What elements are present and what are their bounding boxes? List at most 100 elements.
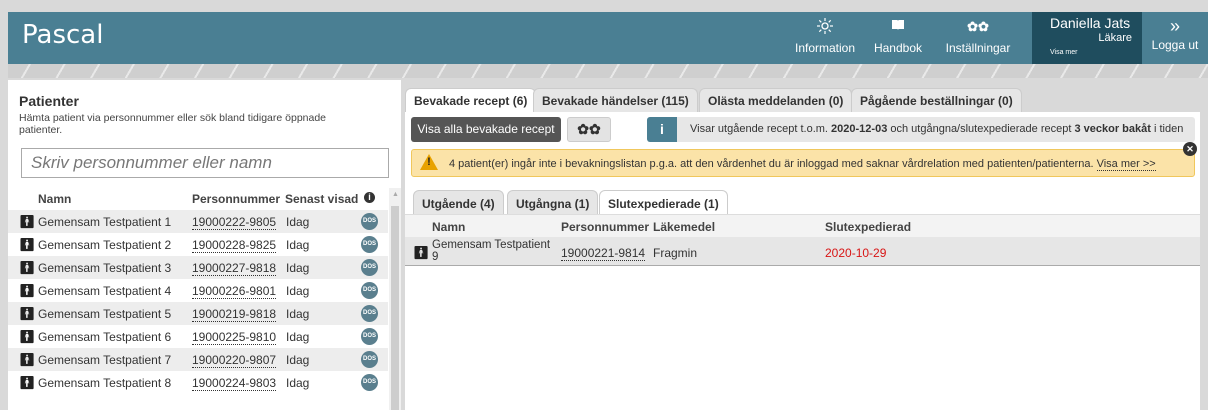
tab-bevakade-handelser[interactable]: Bevakade händelser (115): [533, 88, 698, 112]
recipe-date: 2020-10-29: [825, 246, 887, 260]
patient-name: Gemensam Testpatient 2: [38, 238, 172, 252]
nav-installningar[interactable]: ✿✿ Inställningar: [936, 18, 1020, 55]
recipe-drug: Fragmin: [653, 246, 698, 260]
info-icon[interactable]: i: [364, 192, 375, 203]
patients-table-header: Namn Personnummer Senast visad i: [8, 188, 388, 210]
recipe-patient-name: Gemensam Testpatient 9: [432, 239, 551, 263]
warning-mark: !: [427, 156, 431, 168]
decorative-pill-band: [8, 64, 1208, 78]
book-icon: [868, 18, 928, 36]
dos-badge: DOS: [361, 282, 378, 299]
table-row[interactable]: 🚹︎ Gemensam Testpatient 5 19000219-9818 …: [8, 302, 388, 325]
user-role: Läkare: [1098, 32, 1132, 44]
info-weeks: 3 veckor bakåt: [1074, 123, 1151, 135]
col-pnr[interactable]: Personnummer: [561, 220, 649, 234]
patient-pnr-link[interactable]: 19000219-9818: [192, 307, 277, 322]
table-row[interactable]: 🚹︎ Gemensam Testpatient 4 19000226-9801 …: [8, 279, 388, 302]
col-name[interactable]: Namn: [432, 220, 465, 234]
patient-name: Gemensam Testpatient 8: [38, 376, 172, 390]
patient-name: Gemensam Testpatient 7: [38, 353, 172, 367]
divider: [405, 265, 1200, 266]
info-date: 2020-12-03: [831, 123, 888, 135]
info-text-2: och utgångna/slutexpedierade recept: [887, 123, 1075, 135]
logout-button[interactable]: » Logga ut: [1142, 12, 1208, 64]
col-date[interactable]: Slutexpedierad: [825, 220, 911, 234]
person-icon: 🚹︎: [19, 306, 36, 321]
patient-seen: Idag: [286, 307, 310, 321]
dos-badge: DOS: [361, 236, 378, 253]
tab-slutexpedierade[interactable]: Slutexpedierade (1): [599, 190, 728, 215]
tab-pagaende-bestallningar[interactable]: Pågående beställningar (0): [851, 88, 1022, 112]
close-icon[interactable]: ✕: [1183, 142, 1197, 156]
dos-badge: DOS: [361, 374, 378, 391]
user-menu[interactable]: Daniella Jats Läkare Visa mer: [1032, 12, 1142, 64]
patients-scrollbar[interactable]: ▲: [389, 188, 401, 410]
patient-seen: Idag: [286, 330, 310, 344]
tab-utgangna[interactable]: Utgångna (1): [507, 190, 599, 215]
user-more-link[interactable]: Visa mer: [1050, 49, 1078, 56]
nav-information[interactable]: Information: [790, 18, 860, 55]
tab-utgaende[interactable]: Utgående (4): [413, 190, 504, 215]
patient-name: Gemensam Testpatient 5: [38, 307, 172, 321]
tab-bevakade-recept[interactable]: Bevakade recept (6): [405, 88, 537, 112]
double-chevron-right-icon: »: [1169, 16, 1180, 36]
patient-pnr-link[interactable]: 19000222-9805: [192, 215, 277, 230]
table-row[interactable]: 🚹︎ Gemensam Testpatient 6 19000225-9810 …: [8, 325, 388, 348]
show-all-button[interactable]: Visa alla bevakade recept: [411, 117, 561, 142]
patient-pnr-link[interactable]: 19000226-9801: [192, 284, 277, 299]
dos-badge: DOS: [361, 351, 378, 368]
scrollbar-thumb[interactable]: [391, 206, 399, 410]
table-row[interactable]: 🚹︎ Gemensam Testpatient 2 19000228-9825 …: [8, 233, 388, 256]
tab-olasta-meddelanden[interactable]: Olästa meddelanden (0): [699, 88, 853, 112]
recipes-table-header: Namn Personnummer Läkemedel Slutexpedier…: [405, 215, 1200, 237]
patient-name: Gemensam Testpatient 1: [38, 215, 172, 229]
patient-name: Gemensam Testpatient 3: [38, 261, 172, 275]
patient-search-input[interactable]: [21, 148, 389, 178]
scroll-up-icon[interactable]: ▲: [392, 191, 399, 198]
col-pnr[interactable]: Personnummer: [192, 192, 280, 206]
table-row[interactable]: 🚹︎ Gemensam Testpatient 3 19000227-9818 …: [8, 256, 388, 279]
tab-content: Visa alla bevakade recept ✿✿ i Visar utg…: [405, 112, 1200, 410]
patient-seen: Idag: [286, 215, 310, 229]
person-icon: 🚹︎: [19, 260, 36, 275]
patient-name: Gemensam Testpatient 6: [38, 330, 172, 344]
patients-panel: Patienter Hämta patient via personnummer…: [8, 80, 401, 410]
patient-name: Gemensam Testpatient 4: [38, 284, 172, 298]
person-icon: 🚹︎: [19, 375, 36, 390]
gears-icon: ✿✿: [577, 121, 601, 137]
patient-pnr-link[interactable]: 19000225-9810: [192, 330, 277, 345]
patients-subtitle: Hämta patient via personnummer eller sök…: [19, 112, 327, 136]
warning-message: 4 patient(er) ingår inte i bevakningslis…: [449, 158, 1097, 170]
info-icon: i: [647, 117, 677, 142]
patient-pnr-link[interactable]: 19000227-9818: [192, 261, 277, 276]
patient-seen: Idag: [286, 376, 310, 390]
dos-badge: DOS: [361, 305, 378, 322]
table-row[interactable]: 🚹︎ Gemensam Testpatient 7 19000220-9807 …: [8, 348, 388, 371]
app-logo: Pascal: [22, 20, 104, 50]
person-icon: 🚹︎: [19, 329, 36, 344]
dos-badge: DOS: [361, 259, 378, 276]
info-text-3: i tiden: [1150, 123, 1184, 135]
patient-seen: Idag: [286, 353, 310, 367]
logout-label: Logga ut: [1151, 38, 1199, 52]
person-icon: 🚹︎: [19, 352, 36, 367]
recipe-pnr-link[interactable]: 19000221-9814: [561, 246, 646, 261]
info-text: Visar utgående recept t.o.m. 2020-12-03 …: [690, 123, 1183, 135]
nav-handbok-label: Handbok: [873, 41, 923, 55]
table-row[interactable]: 🚹︎ Gemensam Testpatient 9 19000221-9814 …: [405, 237, 1200, 265]
patient-pnr-link[interactable]: 19000224-9803: [192, 376, 277, 391]
col-drug[interactable]: Läkemedel: [653, 220, 715, 234]
table-row[interactable]: 🚹︎ Gemensam Testpatient 1 19000222-9805 …: [8, 210, 388, 233]
monitoring-panel: Bevakade recept (6) Bevakade händelser (…: [405, 80, 1200, 410]
patient-seen: Idag: [286, 238, 310, 252]
patient-pnr-link[interactable]: 19000228-9825: [192, 238, 277, 253]
patient-seen: Idag: [286, 261, 310, 275]
patient-pnr-link[interactable]: 19000220-9807: [192, 353, 277, 368]
warning-more-link[interactable]: Visa mer >>: [1096, 158, 1156, 171]
table-row[interactable]: 🚹︎ Gemensam Testpatient 8 19000224-9803 …: [8, 371, 388, 394]
gears-icon: ✿✿: [967, 19, 989, 34]
col-seen[interactable]: Senast visad: [285, 192, 358, 206]
col-name[interactable]: Namn: [38, 192, 71, 206]
settings-button[interactable]: ✿✿: [567, 117, 611, 142]
nav-handbok[interactable]: Handbok: [868, 18, 928, 55]
